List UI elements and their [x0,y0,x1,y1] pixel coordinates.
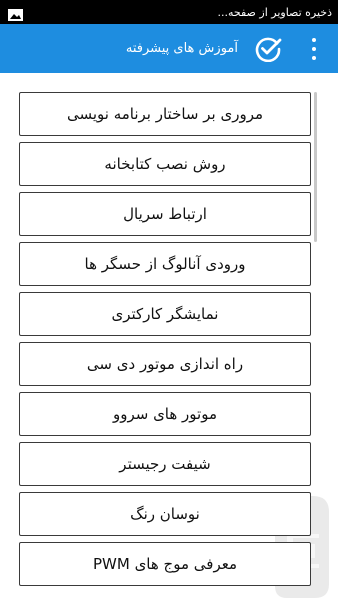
more-vert-icon[interactable] [307,36,321,62]
menu-item-label: معرفی موج های PWM [92,555,238,573]
content-area: مروری بر ساختار برنامه نویسی روش نصب کتا… [0,73,338,600]
menu-item-label: موتور های سروو [112,405,218,423]
scrollbar[interactable] [314,92,317,242]
image-icon [8,6,23,21]
menu-item-label: مروری بر ساختار برنامه نویسی [66,105,264,123]
menu-item[interactable]: راه اندازی موتور دی سی [19,342,311,386]
notification-text: ذخیره تصاویر از صفحه... [217,5,333,19]
menu-item[interactable]: مروری بر ساختار برنامه نویسی [19,92,311,136]
menu-item-label: روش نصب کتابخانه [104,155,226,173]
status-bar: ذخیره تصاویر از صفحه... [0,0,338,24]
menu-item[interactable]: معرفی موج های PWM [19,542,311,586]
menu-item[interactable]: شیفت رجیستر [19,442,311,486]
menu-item[interactable]: موتور های سروو [19,392,311,436]
menu-item[interactable]: نوسان رنگ [19,492,311,536]
menu-item-label: ارتباط سریال [123,205,207,223]
menu-item-label: شیفت رجیستر [119,455,211,473]
menu-item[interactable]: روش نصب کتابخانه [19,142,311,186]
check-circle-icon[interactable] [255,35,282,63]
menu-list: مروری بر ساختار برنامه نویسی روش نصب کتا… [19,92,311,592]
app-bar: آموزش های پیشرفته [0,24,338,73]
menu-item-label: نوسان رنگ [130,505,200,523]
menu-item[interactable]: ارتباط سریال [19,192,311,236]
menu-item-label: ورودی آنالوگ از حسگر ها [84,255,246,273]
menu-item-label: نمایشگر کارکتری [111,305,219,323]
app-title: آموزش های پیشرفته [125,41,238,56]
menu-item[interactable]: نمایشگر کارکتری [19,292,311,336]
menu-item[interactable]: ورودی آنالوگ از حسگر ها [19,242,311,286]
menu-item-label: راه اندازی موتور دی سی [86,355,244,373]
